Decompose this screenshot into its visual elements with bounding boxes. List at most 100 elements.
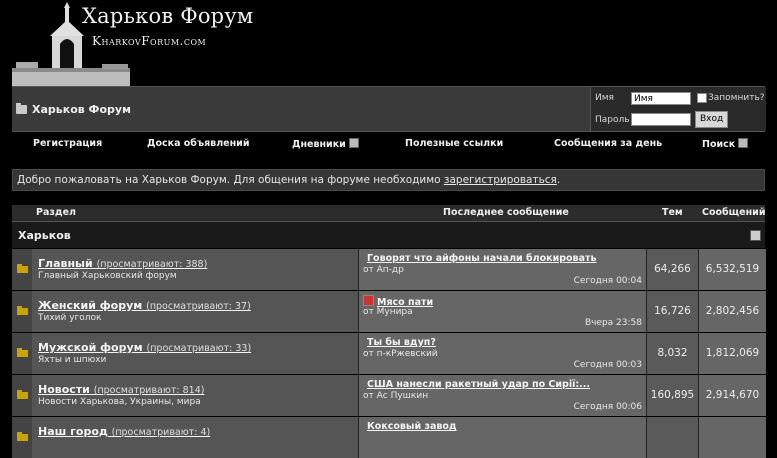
threads-count: [646, 417, 698, 458]
forum-description: Новости Харькова, Украины, мира: [38, 397, 201, 407]
table-row: Мужской форум (просматривают: 33) Яхты и…: [12, 332, 766, 374]
category-row: Харьков: [12, 222, 765, 248]
table-row: Женский форум (просматривают: 37) Тихий …: [12, 290, 766, 332]
threads-count: 16,726: [646, 291, 698, 332]
forum-cell: Главный (просматривают: 388) Главный Хар…: [32, 249, 358, 290]
forum-status-cell: [12, 291, 32, 332]
forum-title[interactable]: Женский форум: [38, 299, 142, 312]
folder-icon: [17, 348, 28, 357]
last-post-link[interactable]: Говорят что айфоны начали блокировать: [367, 253, 597, 264]
viewing-count: (просматривают: 37): [146, 301, 251, 312]
post-image-icon: [363, 295, 374, 306]
forum-title[interactable]: Главный: [38, 257, 93, 270]
threads-count: 160,895: [646, 375, 698, 416]
collapse-icon[interactable]: [750, 230, 761, 241]
last-post-cell: США нанесли ракетный удар по Сирії:... о…: [358, 375, 646, 416]
forum-link[interactable]: Женский форум (просматривают: 37): [38, 299, 251, 312]
site-header: Харьков Форум KharkovForum.com: [0, 0, 777, 86]
last-post-time: Сегодня 00:03: [573, 360, 642, 370]
forum-title[interactable]: Мужской форум: [38, 341, 143, 354]
menu-diaries[interactable]: Дневники: [292, 138, 359, 150]
forum-link[interactable]: Новости (просматривают: 814): [38, 383, 204, 396]
last-post-cell: Мясо пати от Мунира Вчера 23:58: [358, 291, 646, 332]
register-link[interactable]: зарегистрироваться: [444, 174, 557, 186]
last-post-author[interactable]: от п-кРжевский: [363, 349, 438, 359]
folder-icon: [16, 103, 27, 114]
password-input[interactable]: [631, 113, 691, 126]
folder-icon: [17, 432, 28, 441]
dropdown-icon[interactable]: [738, 138, 749, 148]
last-post-cell: Говорят что айфоны начали блокировать от…: [358, 249, 646, 290]
category-title[interactable]: Харьков: [18, 229, 71, 242]
forum-title[interactable]: Наш город: [38, 425, 108, 438]
last-post-author[interactable]: от Мунира: [363, 307, 413, 317]
forum-table: Раздел Последнее сообщение Тем Сообщений…: [12, 205, 766, 458]
menu-useful-links[interactable]: Полезные ссылки: [405, 138, 503, 149]
main-menu: Регистрация Доска объявлений Дневники По…: [12, 132, 765, 156]
forum-name[interactable]: Харьков Форум: [32, 103, 131, 116]
forum-description: Главный Харьковский форум: [38, 271, 177, 281]
remember-checkbox[interactable]: [697, 93, 707, 103]
login-button[interactable]: Вход: [695, 111, 729, 128]
viewing-count: (просматривают: 4): [111, 427, 211, 438]
table-row: Наш город (просматривают: 4) Коксовый за…: [12, 416, 766, 458]
last-post-cell: Коксовый завод: [358, 417, 646, 458]
last-post-time: Сегодня 00:04: [573, 276, 642, 286]
last-post-author[interactable]: от Ап-др: [363, 265, 404, 275]
menu-classifieds[interactable]: Доска объявлений: [147, 138, 249, 149]
forum-status-cell: [12, 333, 32, 374]
forum-cell: Мужской форум (просматривают: 33) Яхты и…: [32, 333, 358, 374]
last-post-author[interactable]: от Ас Пушкин: [363, 391, 428, 401]
site-subtitle[interactable]: KharkovForum.com: [92, 34, 206, 48]
forum-description: Яхты и шпюхи: [38, 355, 107, 365]
last-post-cell: Ты бы вдуп? от п-кРжевский Сегодня 00:03: [358, 333, 646, 374]
forum-link[interactable]: Мужской форум (просматривают: 33): [38, 341, 251, 354]
breadcrumb[interactable]: Харьков Форум: [16, 103, 131, 116]
posts-count: [698, 417, 766, 458]
last-post-time: Вчера 23:58: [584, 318, 642, 328]
username-input[interactable]: [631, 92, 691, 105]
welcome-notice: Добро пожаловать на Харьков Форум. Для о…: [12, 169, 765, 191]
username-label: Имя: [595, 93, 614, 103]
forum-link[interactable]: Наш город (просматривают: 4): [38, 425, 210, 438]
last-post-link[interactable]: США нанесли ракетный удар по Сирії:...: [367, 379, 590, 390]
threads-count: 64,266: [646, 249, 698, 290]
forum-title[interactable]: Новости: [38, 383, 90, 396]
forum-cell: Наш город (просматривают: 4): [32, 417, 358, 458]
threads-count: 8,032: [646, 333, 698, 374]
folder-icon: [17, 306, 28, 315]
menu-register[interactable]: Регистрация: [33, 138, 102, 149]
site-title[interactable]: Харьков Форум: [82, 4, 253, 28]
folder-icon: [17, 264, 28, 273]
posts-count: 1,812,069: [698, 333, 766, 374]
col-threads: Тем: [662, 207, 683, 218]
forum-cell: Новости (просматривают: 814) Новости Хар…: [32, 375, 358, 416]
menu-todays-posts[interactable]: Сообщения за день: [554, 138, 662, 149]
forum-status-cell: [12, 375, 32, 416]
table-row: Главный (просматривают: 388) Главный Хар…: [12, 248, 766, 290]
forum-status-cell: [12, 417, 32, 458]
menu-diaries-label[interactable]: Дневники: [292, 139, 346, 150]
viewing-count: (просматривают: 33): [146, 343, 252, 354]
posts-count: 2,802,456: [698, 291, 766, 332]
forum-link[interactable]: Главный (просматривают: 388): [38, 257, 207, 270]
forum-description: Тихий уголок: [38, 313, 102, 323]
last-post-time: Сегодня 00:06: [573, 402, 642, 412]
menu-search-label[interactable]: Поиск: [702, 139, 735, 150]
col-last-post: Последнее сообщение: [443, 207, 569, 218]
table-row: Новости (просматривают: 814) Новости Хар…: [12, 374, 766, 416]
welcome-text: Добро пожаловать на Харьков Форум. Для о…: [17, 174, 444, 186]
dropdown-icon[interactable]: [348, 138, 359, 148]
col-posts: Сообщений: [702, 207, 766, 218]
folder-icon: [17, 390, 28, 399]
login-panel: Имя Запомнить? Пароль Вход: [590, 87, 766, 131]
navbar: Харьков Форум Имя Запомнить? Пароль Вход: [12, 86, 766, 132]
remember-label: Запомнить?: [708, 93, 765, 103]
last-post-link[interactable]: Ты бы вдуп?: [367, 337, 436, 348]
posts-count: 2,914,670: [698, 375, 766, 416]
viewing-count: (просматривают: 388): [96, 259, 208, 270]
col-forum: Раздел: [36, 207, 76, 218]
menu-search[interactable]: Поиск: [702, 138, 749, 150]
viewing-count: (просматривают: 814): [93, 385, 205, 396]
forum-cell: Женский форум (просматривают: 37) Тихий …: [32, 291, 358, 332]
